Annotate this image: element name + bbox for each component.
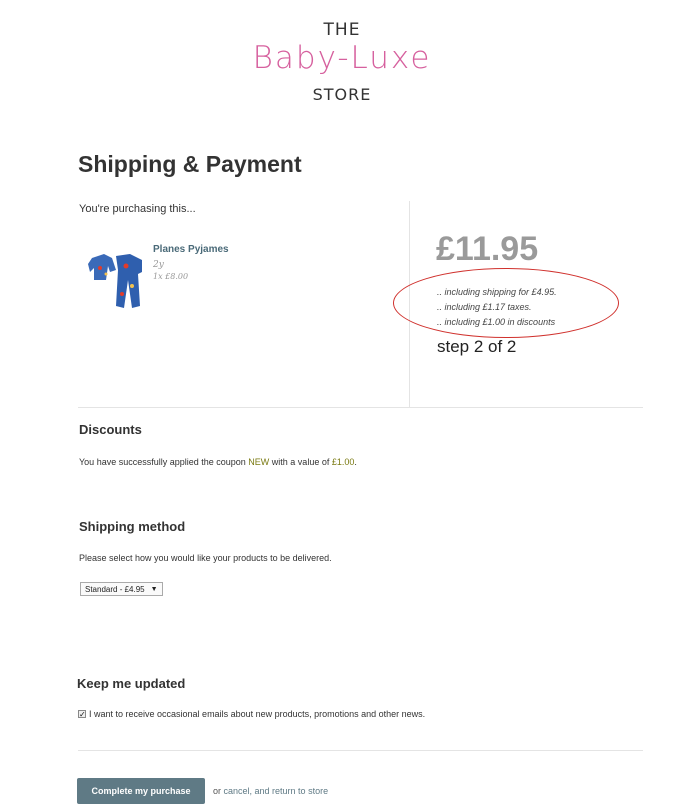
- dropdown-arrow-icon: ▼: [150, 585, 158, 593]
- discount-text-middle: with a value of: [269, 457, 332, 467]
- step-indicator: step 2 of 2: [437, 337, 517, 356]
- shipping-instruction: Please select how you would like your pr…: [79, 553, 332, 563]
- or-text: or: [213, 786, 224, 796]
- complete-purchase-button[interactable]: Complete my purchase: [77, 778, 205, 804]
- section-divider: [78, 407, 643, 408]
- footer-divider: [78, 750, 643, 751]
- newsletter-label: I want to receive occasional emails abou…: [89, 709, 426, 719]
- logo-store: STORE: [312, 85, 372, 104]
- discount-value: £1.00: [331, 457, 355, 467]
- newsletter-checkbox[interactable]: ✓: [78, 710, 86, 719]
- discount-text-suffix: .: [354, 457, 357, 467]
- annotation-ellipse: [393, 268, 619, 338]
- discounts-title: Discounts: [79, 422, 142, 437]
- logo-brand-name: Baby-Luxe: [252, 40, 432, 76]
- discount-message: You have successfully applied the coupon…: [79, 457, 357, 467]
- logo-the: THE: [323, 20, 361, 40]
- page-title: Shipping & Payment: [78, 151, 302, 177]
- product-size: 2y: [153, 260, 164, 270]
- product-qty-price: 1x £8.00: [153, 272, 189, 281]
- coupon-code: NEW: [248, 457, 270, 467]
- shipping-method-select[interactable]: Standard - £4.95 ▼: [80, 582, 163, 596]
- product-name[interactable]: Planes Pyjames: [153, 244, 229, 255]
- cancel-row: or cancel, and return to store: [213, 786, 328, 796]
- shipping-selected-option: Standard - £4.95: [85, 584, 145, 594]
- pyjamas-image: [88, 254, 142, 308]
- order-total: £11.95: [436, 230, 539, 268]
- purchasing-label: You're purchasing this...: [79, 203, 196, 215]
- cancel-link[interactable]: cancel, and return to store: [224, 786, 329, 796]
- shipping-method-title: Shipping method: [79, 519, 186, 534]
- keep-updated-title: Keep me updated: [77, 676, 186, 691]
- discount-text-prefix: You have successfully applied the coupon: [79, 457, 249, 467]
